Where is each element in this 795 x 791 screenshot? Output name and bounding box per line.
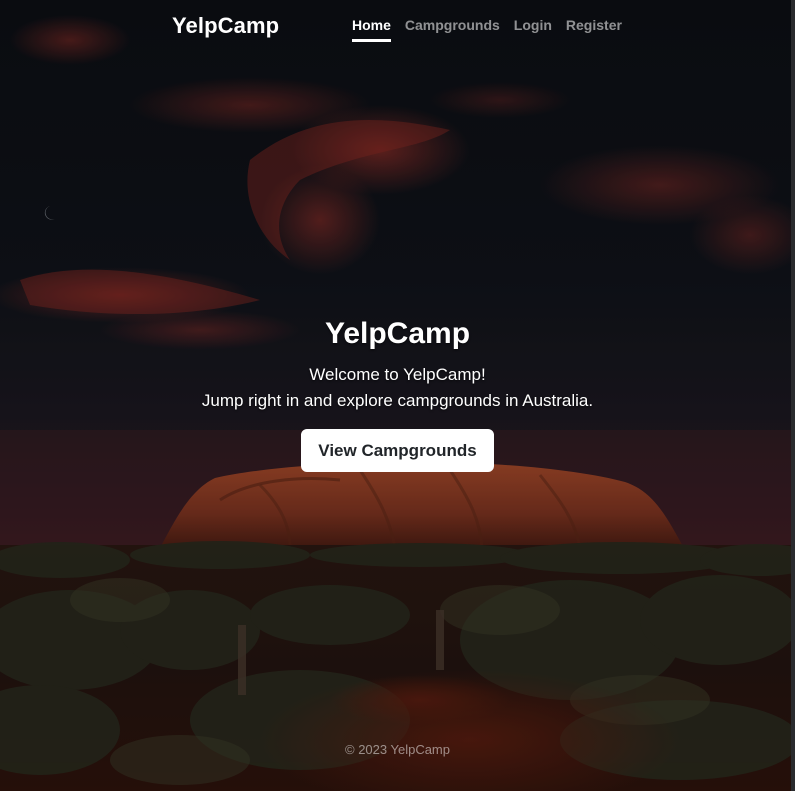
hero-welcome-text: Welcome to YelpCamp! (309, 365, 486, 384)
nav-register[interactable]: Register (566, 17, 622, 42)
hero-section: YelpCamp Welcome to YelpCamp! Jump right… (0, 316, 795, 472)
site-header: YelpCamp Home Campgrounds Login Register (0, 0, 795, 52)
site-footer: © 2023 YelpCamp (0, 742, 795, 757)
brand-logo[interactable]: YelpCamp (172, 13, 279, 39)
nav-home[interactable]: Home (352, 17, 391, 42)
main-nav: Home Campgrounds Login Register (352, 17, 622, 42)
footer-copyright: © 2023 YelpCamp (345, 742, 450, 757)
window-edge (791, 0, 795, 791)
view-campgrounds-button[interactable]: View Campgrounds (301, 429, 494, 472)
nav-campgrounds[interactable]: Campgrounds (405, 17, 500, 42)
hero-title: YelpCamp (324, 317, 471, 350)
nav-login[interactable]: Login (514, 17, 552, 42)
hero-subtitle-text: Jump right in and explore campgrounds in… (201, 391, 594, 410)
page: YelpCamp Home Campgrounds Login Register… (0, 0, 795, 791)
